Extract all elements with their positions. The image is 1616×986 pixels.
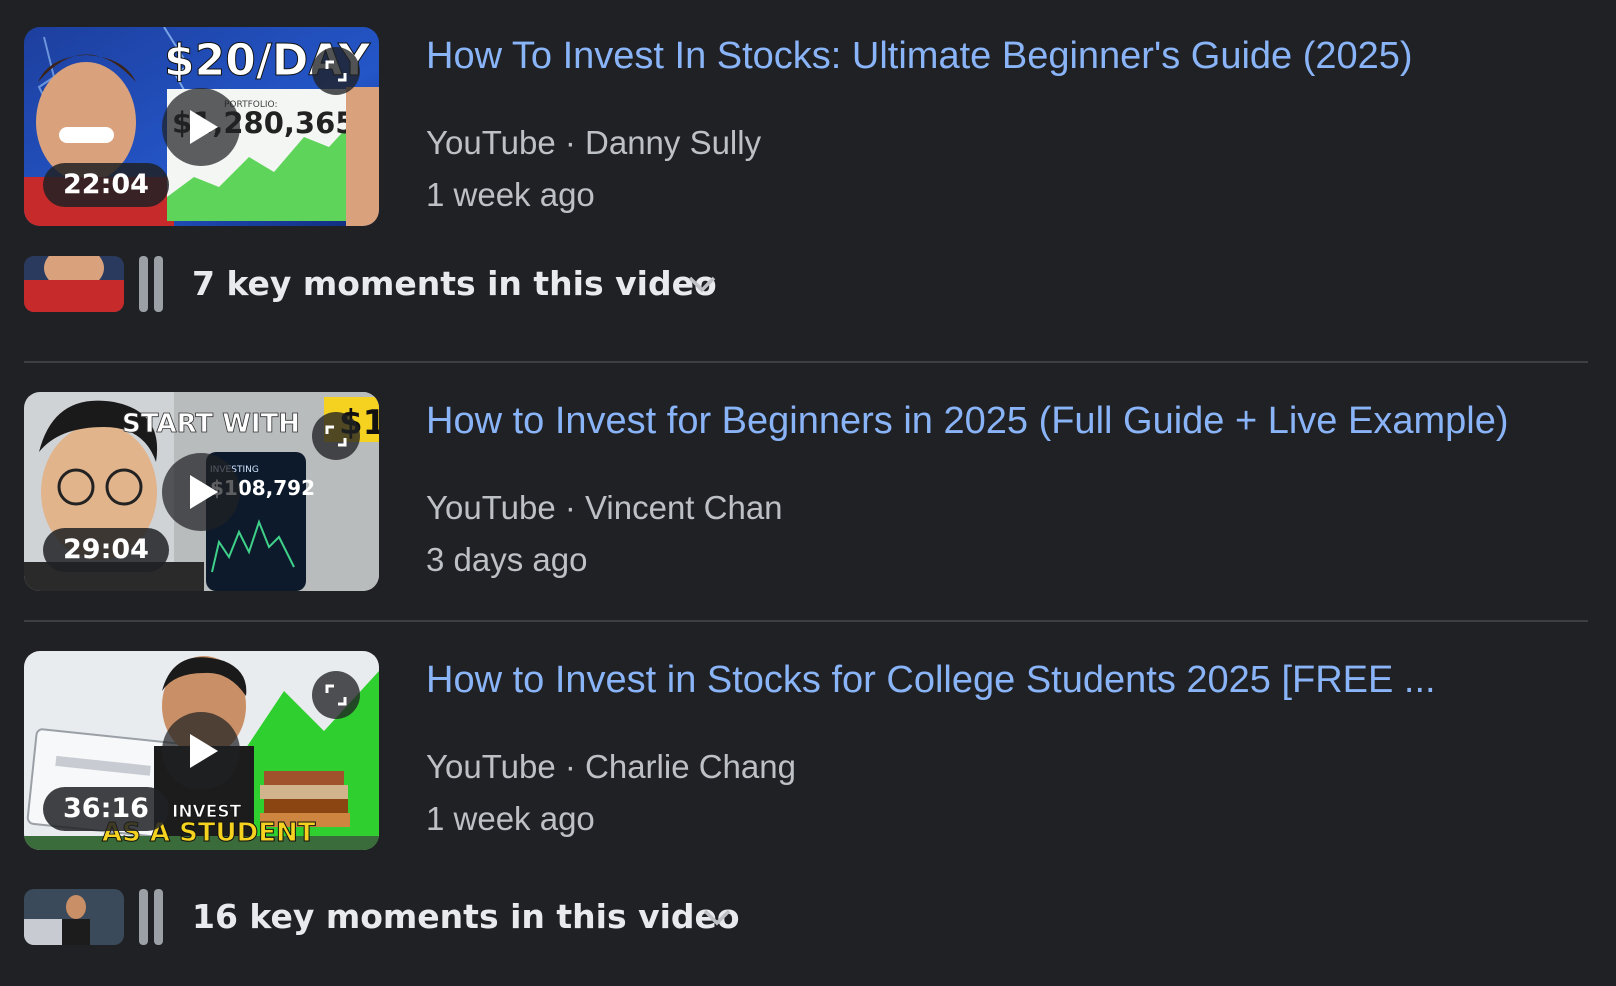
play-icon (190, 734, 218, 768)
play-button[interactable] (162, 88, 240, 166)
stack-bar (139, 889, 148, 945)
divider (24, 620, 1588, 622)
expand-icon (325, 60, 347, 82)
video-results-list: $1,280,365 PORTFOLIO: $20/DAY 22:04 How … (0, 0, 1616, 986)
key-moments-label: 16 key moments in this video (192, 897, 740, 936)
expand-button[interactable] (312, 47, 360, 95)
video-source: YouTube · Vincent Chan (426, 489, 783, 526)
video-age: 1 week ago (426, 800, 595, 837)
video-source: YouTube · Charlie Chang (426, 748, 796, 785)
video-result: INVEST AS A STUDENT 36:16 How to Invest … (24, 651, 1584, 851)
play-button[interactable] (162, 712, 240, 790)
stack-bar (139, 256, 148, 312)
video-result: $1,280,365 PORTFOLIO: $20/DAY 22:04 How … (24, 27, 1584, 227)
video-title-link[interactable]: How to Invest in Stocks for College Stud… (426, 657, 1436, 703)
key-moments-thumbnail (24, 889, 124, 945)
video-age: 1 week ago (426, 176, 595, 213)
key-moments-toggle[interactable]: 7 key moments in this video (24, 256, 744, 314)
video-title-link[interactable]: How To Invest In Stocks: Ultimate Beginn… (426, 33, 1413, 79)
divider (24, 361, 1588, 363)
stack-bar (154, 889, 163, 945)
svg-text:START WITH: START WITH (122, 409, 300, 439)
expand-button[interactable] (312, 412, 360, 460)
play-button[interactable] (162, 453, 240, 531)
video-thumbnail[interactable]: INVEST AS A STUDENT 36:16 (24, 651, 379, 850)
video-result: INVESTING $108,792 START WITH $1 29:04 H… (24, 392, 1584, 592)
play-icon (190, 475, 218, 509)
key-moments-thumbnail (24, 256, 124, 312)
video-thumbnail[interactable]: INVESTING $108,792 START WITH $1 29:04 (24, 392, 379, 591)
video-source: YouTube · Danny Sully (426, 124, 762, 161)
video-title-link[interactable]: How to Invest for Beginners in 2025 (Ful… (426, 398, 1508, 444)
video-age: 3 days ago (426, 541, 588, 578)
expand-icon (325, 425, 347, 447)
chevron-down-icon[interactable] (684, 266, 720, 302)
video-duration: 36:16 (43, 787, 169, 831)
video-thumbnail[interactable]: $1,280,365 PORTFOLIO: $20/DAY 22:04 (24, 27, 379, 226)
key-moments-label: 7 key moments in this video (192, 264, 717, 303)
play-icon (190, 110, 218, 144)
key-moments-toggle[interactable]: 16 key moments in this video (24, 889, 744, 947)
video-duration: 22:04 (43, 163, 169, 207)
expand-icon (325, 684, 347, 706)
chevron-down-icon[interactable] (699, 899, 735, 935)
video-duration: 29:04 (43, 528, 169, 572)
expand-button[interactable] (312, 671, 360, 719)
stack-bar (154, 256, 163, 312)
